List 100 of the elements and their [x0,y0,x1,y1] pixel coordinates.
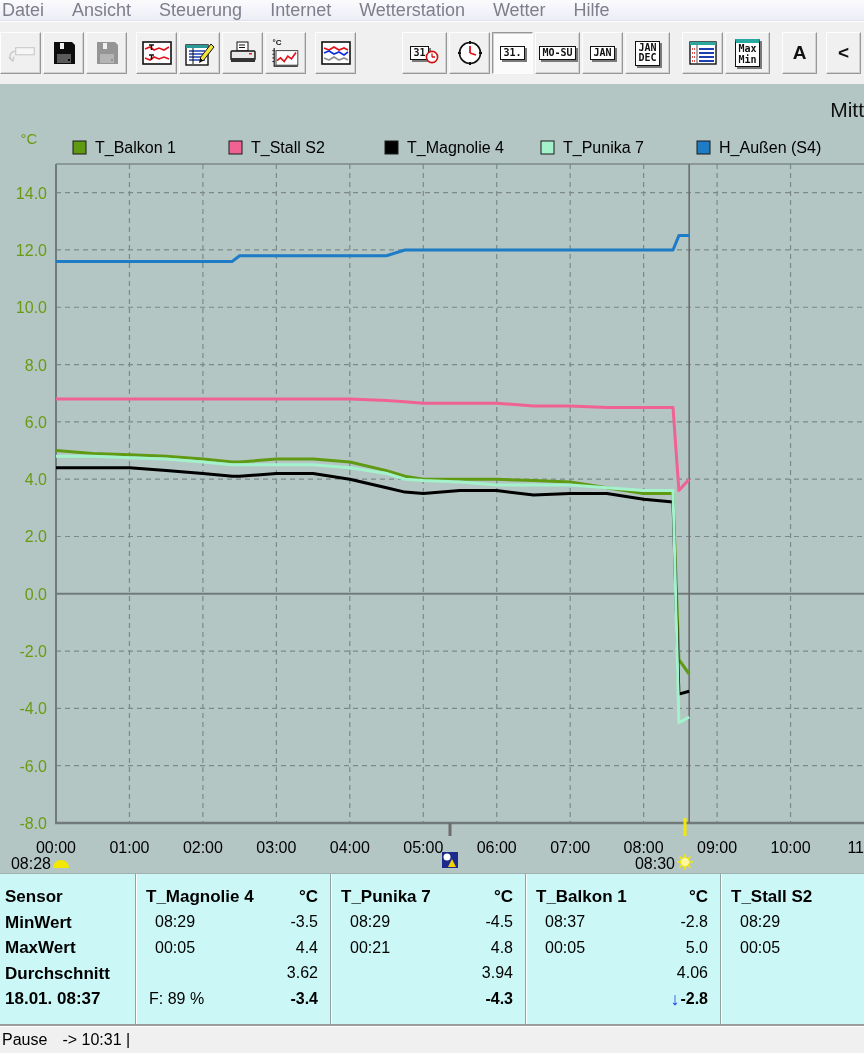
current-value: -4.3 [485,988,513,1009]
menu-item[interactable]: Hilfe [573,0,610,20]
status-text: -> 10:31 | [62,1030,131,1050]
unit-label: °C [688,886,708,908]
row-label: MinWert [5,911,73,934]
y-tick-label: 0.0 [24,585,47,603]
toolbar-button[interactable]: 31 [402,32,447,74]
menu-item[interactable]: Datei [2,0,45,20]
x-tick-label: 01:00 [109,839,150,856]
y-tick-label: -6.0 [19,757,47,775]
time-label: 08:30 [634,855,675,872]
toolbar-button[interactable]: JAN DEC [625,32,670,74]
clock-icon [424,50,439,65]
table-icon [688,41,717,65]
x-tick-label: 00:00 [36,839,76,856]
toolbar-button[interactable] [315,32,356,74]
y-tick-label: -8.0 [19,815,47,832]
value-cell-text: 3.94 [481,963,513,984]
y-tick-label: -2.0 [19,643,47,661]
x-tick-label: 07:00 [550,839,591,856]
toolbar-button[interactable] [136,32,177,74]
menu-item[interactable]: Wetterstation [359,0,465,20]
value-cell-text: 5.0 [685,937,708,958]
current-value: -3.4 [290,988,318,1009]
half-sun-icon [53,860,69,868]
sensor-name: T_Balkon 1 [536,886,627,908]
x-tick-label: 05:00 [403,839,444,856]
chart-title: Mitt [830,98,864,121]
row-label: Sensor [5,886,64,908]
menu-item[interactable]: Wetter [492,0,546,20]
x-tick-label: 08:00 [623,839,664,856]
time-cell-text: 00:05 [740,937,781,958]
toolbar-button[interactable]: < [826,32,861,74]
unit-label: °C [298,886,318,908]
sun-icon [676,853,694,871]
x-tick-label: 10:00 [770,839,811,856]
x-tick-label: 11 [847,839,864,856]
sensor-name: T_Magnolie 4 [146,886,254,908]
trend-arrow: ↓ [670,989,680,1008]
time-cell-text: 08:29 [740,912,781,933]
toolbar-button[interactable] [43,32,84,74]
current-value: -2.8 [680,988,708,1009]
x-tick-label: 03:00 [256,839,297,856]
x-tick-label: 02:00 [182,839,223,856]
tick-mark [683,818,687,836]
toolbar-button[interactable] [682,32,723,74]
time-cell-text: 00:21 [350,937,391,958]
y-axis-label: °C [20,130,38,147]
printer-icon [228,41,257,65]
legend-label: T_Punika 7 [563,139,644,156]
line-chart-icon [271,47,300,67]
clock-icon [456,40,483,66]
value-cell-text: 4.4 [295,937,318,958]
sensor-name: T_Punika 7 [341,886,431,908]
legend-label: T_Magnolie 4 [407,139,504,156]
value-cell-text: -3.5 [290,912,318,933]
humidity-reading: F: 89 % [149,988,205,1009]
time-cell-text: 08:37 [545,912,586,933]
menu-item[interactable]: Internet [270,0,332,20]
row-label: Durchschnitt [5,962,111,985]
status-text: Pause [2,1030,48,1050]
time-cell-text: 00:05 [545,937,586,958]
line-chart-icon [141,41,172,65]
toolbar-button[interactable] [449,32,490,74]
x-tick-label: 06:00 [476,839,517,856]
toolbar-button[interactable]: 31. [492,32,533,74]
y-tick-label: 12.0 [15,241,47,259]
toolbar-button[interactable]: JAN [582,32,623,74]
row-label: 18.01. 08:37 [5,988,102,1010]
y-tick-label: 8.0 [24,356,47,374]
toolbar-button[interactable]: Max Min [725,32,770,74]
y-tick-label: 14.0 [15,184,47,202]
y-tick-label: -4.0 [19,700,47,718]
toolbar-button[interactable]: A [782,32,817,74]
toolbar-button[interactable] [179,32,220,74]
x-tick-label: 09:00 [697,839,738,856]
y-tick-label: 10.0 [15,299,47,317]
row-label: MaxWert [5,937,77,959]
menu-item[interactable]: Steuerung [159,0,243,20]
sensor-name: T_Stall S2 [731,886,813,908]
value-cell-text: 4.8 [490,937,513,958]
time-cell-text: 00:05 [155,937,196,958]
toolbar-button[interactable]: °C [265,32,306,74]
y-tick-label: 2.0 [24,528,47,546]
unit-label: °C [493,886,513,908]
time-cell-text: 08:29 [350,912,391,933]
value-cell-text: -4.5 [485,912,513,933]
legend-label: H_Außen (S4) [719,139,822,156]
tick-mark [448,823,452,836]
legend-label: T_Balkon 1 [95,139,176,156]
toolbar-button[interactable]: MO-SU [535,32,580,74]
time-label: 08:28 [10,855,51,872]
y-tick-label: 4.0 [24,471,47,489]
value-cell-text: -2.8 [680,912,708,933]
value-cell-text: 4.06 [676,963,708,984]
time-cell-text: 08:29 [155,912,196,933]
moon-icon [442,852,458,868]
menu-item[interactable]: Ansicht [72,0,132,20]
x-tick-label: 04:00 [329,839,370,856]
toolbar-button[interactable] [222,32,263,74]
